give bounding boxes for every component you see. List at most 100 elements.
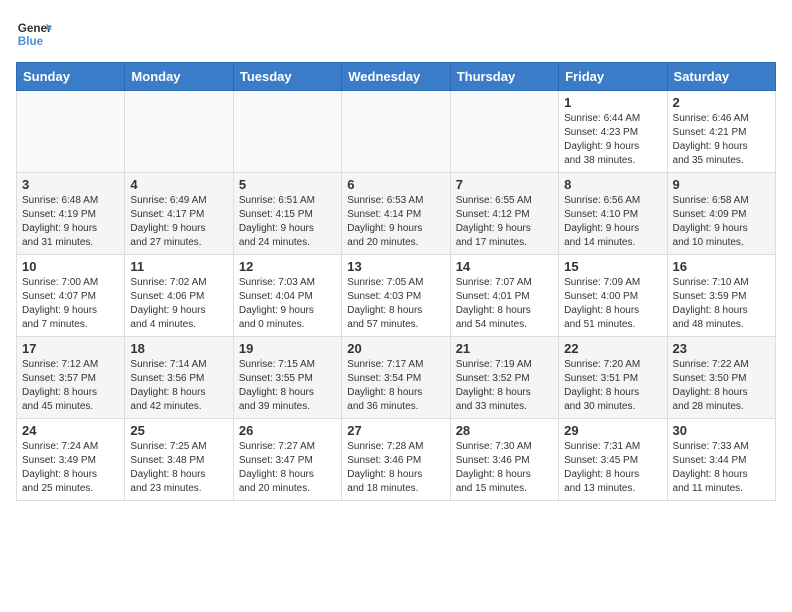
calendar-cell: 26 Sunrise: 7:27 AM Sunset: 3:47 PM Dayli…	[233, 419, 341, 501]
day-number: 18	[130, 341, 227, 356]
calendar-cell: 30 Sunrise: 7:33 AM Sunset: 3:44 PM Dayli…	[667, 419, 775, 501]
calendar-cell: 4 Sunrise: 6:49 AM Sunset: 4:17 PM Daylig…	[125, 173, 233, 255]
calendar-cell: 27 Sunrise: 7:28 AM Sunset: 3:46 PM Dayli…	[342, 419, 450, 501]
logo: General Blue	[16, 16, 52, 52]
calendar-cell: 7 Sunrise: 6:55 AM Sunset: 4:12 PM Daylig…	[450, 173, 558, 255]
day-info: Sunrise: 7:30 AM Sunset: 3:46 PM Dayligh…	[456, 440, 553, 496]
day-info: Sunrise: 7:15 AM Sunset: 3:55 PM Dayligh…	[239, 358, 336, 414]
day-number: 12	[239, 259, 336, 274]
day-info: Sunrise: 7:17 AM Sunset: 3:54 PM Dayligh…	[347, 358, 444, 414]
day-info: Sunrise: 6:51 AM Sunset: 4:15 PM Dayligh…	[239, 194, 336, 250]
day-number: 22	[564, 341, 661, 356]
calendar-cell: 21 Sunrise: 7:19 AM Sunset: 3:52 PM Dayli…	[450, 337, 558, 419]
logo-icon: General Blue	[16, 16, 52, 52]
day-number: 14	[456, 259, 553, 274]
day-number: 15	[564, 259, 661, 274]
day-info: Sunrise: 7:33 AM Sunset: 3:44 PM Dayligh…	[673, 440, 770, 496]
day-info: Sunrise: 7:20 AM Sunset: 3:51 PM Dayligh…	[564, 358, 661, 414]
calendar-cell: 8Sunrise: 6:56 AM Sunset: 4:10 PM Daylig…	[559, 173, 667, 255]
day-info: Sunrise: 7:02 AM Sunset: 4:06 PM Dayligh…	[130, 276, 227, 332]
day-info: Sunrise: 6:58 AM Sunset: 4:09 PM Dayligh…	[673, 194, 770, 250]
day-number: 26	[239, 423, 336, 438]
day-number: 27	[347, 423, 444, 438]
day-number: 17	[22, 341, 119, 356]
calendar-table: SundayMondayTuesdayWednesdayThursdayFrid…	[16, 62, 776, 501]
weekday-header-sunday: Sunday	[17, 63, 125, 91]
day-info: Sunrise: 7:19 AM Sunset: 3:52 PM Dayligh…	[456, 358, 553, 414]
calendar-cell: 9 Sunrise: 6:58 AM Sunset: 4:09 PM Daylig…	[667, 173, 775, 255]
day-info: Sunrise: 7:07 AM Sunset: 4:01 PM Dayligh…	[456, 276, 553, 332]
day-number: 28	[456, 423, 553, 438]
day-number: 3	[22, 177, 119, 192]
page-header: General Blue	[16, 16, 776, 52]
day-info: Sunrise: 7:24 AM Sunset: 3:49 PM Dayligh…	[22, 440, 119, 496]
day-number: 2	[673, 95, 770, 110]
calendar-cell	[450, 91, 558, 173]
calendar-cell: 18 Sunrise: 7:14 AM Sunset: 3:56 PM Dayli…	[125, 337, 233, 419]
day-number: 10	[22, 259, 119, 274]
day-info: Sunrise: 6:49 AM Sunset: 4:17 PM Dayligh…	[130, 194, 227, 250]
day-info: Sunrise: 7:31 AM Sunset: 3:45 PM Dayligh…	[564, 440, 661, 496]
day-info: Sunrise: 7:22 AM Sunset: 3:50 PM Dayligh…	[673, 358, 770, 414]
day-number: 25	[130, 423, 227, 438]
week-row-1: 1 Sunrise: 6:44 AM Sunset: 4:23 PM Daylig…	[17, 91, 776, 173]
calendar-cell: 2 Sunrise: 6:46 AM Sunset: 4:21 PM Daylig…	[667, 91, 775, 173]
day-number: 4	[130, 177, 227, 192]
day-number: 20	[347, 341, 444, 356]
day-info: Sunrise: 7:25 AM Sunset: 3:48 PM Dayligh…	[130, 440, 227, 496]
day-info: Sunrise: 6:44 AM Sunset: 4:23 PM Dayligh…	[564, 112, 661, 168]
calendar-cell: 13Sunrise: 7:05 AM Sunset: 4:03 PM Dayli…	[342, 255, 450, 337]
weekday-header-friday: Friday	[559, 63, 667, 91]
day-number: 13	[347, 259, 444, 274]
day-info: Sunrise: 6:53 AM Sunset: 4:14 PM Dayligh…	[347, 194, 444, 250]
week-row-4: 17 Sunrise: 7:12 AM Sunset: 3:57 PM Dayli…	[17, 337, 776, 419]
calendar-cell: 19 Sunrise: 7:15 AM Sunset: 3:55 PM Dayli…	[233, 337, 341, 419]
day-number: 6	[347, 177, 444, 192]
week-row-5: 24 Sunrise: 7:24 AM Sunset: 3:49 PM Dayli…	[17, 419, 776, 501]
day-number: 11	[130, 259, 227, 274]
calendar-cell: 3 Sunrise: 6:48 AM Sunset: 4:19 PM Daylig…	[17, 173, 125, 255]
weekday-header-wednesday: Wednesday	[342, 63, 450, 91]
week-row-2: 3 Sunrise: 6:48 AM Sunset: 4:19 PM Daylig…	[17, 173, 776, 255]
day-number: 19	[239, 341, 336, 356]
calendar-cell: 22 Sunrise: 7:20 AM Sunset: 3:51 PM Dayli…	[559, 337, 667, 419]
day-number: 5	[239, 177, 336, 192]
day-info: Sunrise: 7:10 AM Sunset: 3:59 PM Dayligh…	[673, 276, 770, 332]
week-row-3: 10Sunrise: 7:00 AM Sunset: 4:07 PM Dayli…	[17, 255, 776, 337]
day-number: 23	[673, 341, 770, 356]
day-info: Sunrise: 6:48 AM Sunset: 4:19 PM Dayligh…	[22, 194, 119, 250]
day-info: Sunrise: 7:09 AM Sunset: 4:00 PM Dayligh…	[564, 276, 661, 332]
day-number: 1	[564, 95, 661, 110]
calendar-cell: 14 Sunrise: 7:07 AM Sunset: 4:01 PM Dayli…	[450, 255, 558, 337]
day-number: 29	[564, 423, 661, 438]
calendar-cell: 24 Sunrise: 7:24 AM Sunset: 3:49 PM Dayli…	[17, 419, 125, 501]
calendar-cell	[342, 91, 450, 173]
day-info: Sunrise: 6:46 AM Sunset: 4:21 PM Dayligh…	[673, 112, 770, 168]
day-number: 24	[22, 423, 119, 438]
day-number: 7	[456, 177, 553, 192]
calendar-cell: 29 Sunrise: 7:31 AM Sunset: 3:45 PM Dayli…	[559, 419, 667, 501]
calendar-cell: 1 Sunrise: 6:44 AM Sunset: 4:23 PM Daylig…	[559, 91, 667, 173]
calendar-cell: 15 Sunrise: 7:09 AM Sunset: 4:00 PM Dayli…	[559, 255, 667, 337]
day-info: Sunrise: 7:12 AM Sunset: 3:57 PM Dayligh…	[22, 358, 119, 414]
calendar-cell: 16Sunrise: 7:10 AM Sunset: 3:59 PM Dayli…	[667, 255, 775, 337]
svg-text:Blue: Blue	[18, 35, 44, 48]
weekday-header-thursday: Thursday	[450, 63, 558, 91]
day-info: Sunrise: 7:14 AM Sunset: 3:56 PM Dayligh…	[130, 358, 227, 414]
calendar-cell	[17, 91, 125, 173]
calendar-cell: 25 Sunrise: 7:25 AM Sunset: 3:48 PM Dayli…	[125, 419, 233, 501]
calendar-cell	[125, 91, 233, 173]
day-info: Sunrise: 6:55 AM Sunset: 4:12 PM Dayligh…	[456, 194, 553, 250]
day-number: 9	[673, 177, 770, 192]
calendar-cell: 12Sunrise: 7:03 AM Sunset: 4:04 PM Dayli…	[233, 255, 341, 337]
day-number: 21	[456, 341, 553, 356]
day-info: Sunrise: 7:27 AM Sunset: 3:47 PM Dayligh…	[239, 440, 336, 496]
day-number: 30	[673, 423, 770, 438]
day-info: Sunrise: 7:28 AM Sunset: 3:46 PM Dayligh…	[347, 440, 444, 496]
calendar-cell: 11 Sunrise: 7:02 AM Sunset: 4:06 PM Dayli…	[125, 255, 233, 337]
calendar-cell: 10Sunrise: 7:00 AM Sunset: 4:07 PM Dayli…	[17, 255, 125, 337]
calendar-cell: 17 Sunrise: 7:12 AM Sunset: 3:57 PM Dayli…	[17, 337, 125, 419]
weekday-header-row: SundayMondayTuesdayWednesdayThursdayFrid…	[17, 63, 776, 91]
day-number: 8	[564, 177, 661, 192]
calendar-cell: 5 Sunrise: 6:51 AM Sunset: 4:15 PM Daylig…	[233, 173, 341, 255]
